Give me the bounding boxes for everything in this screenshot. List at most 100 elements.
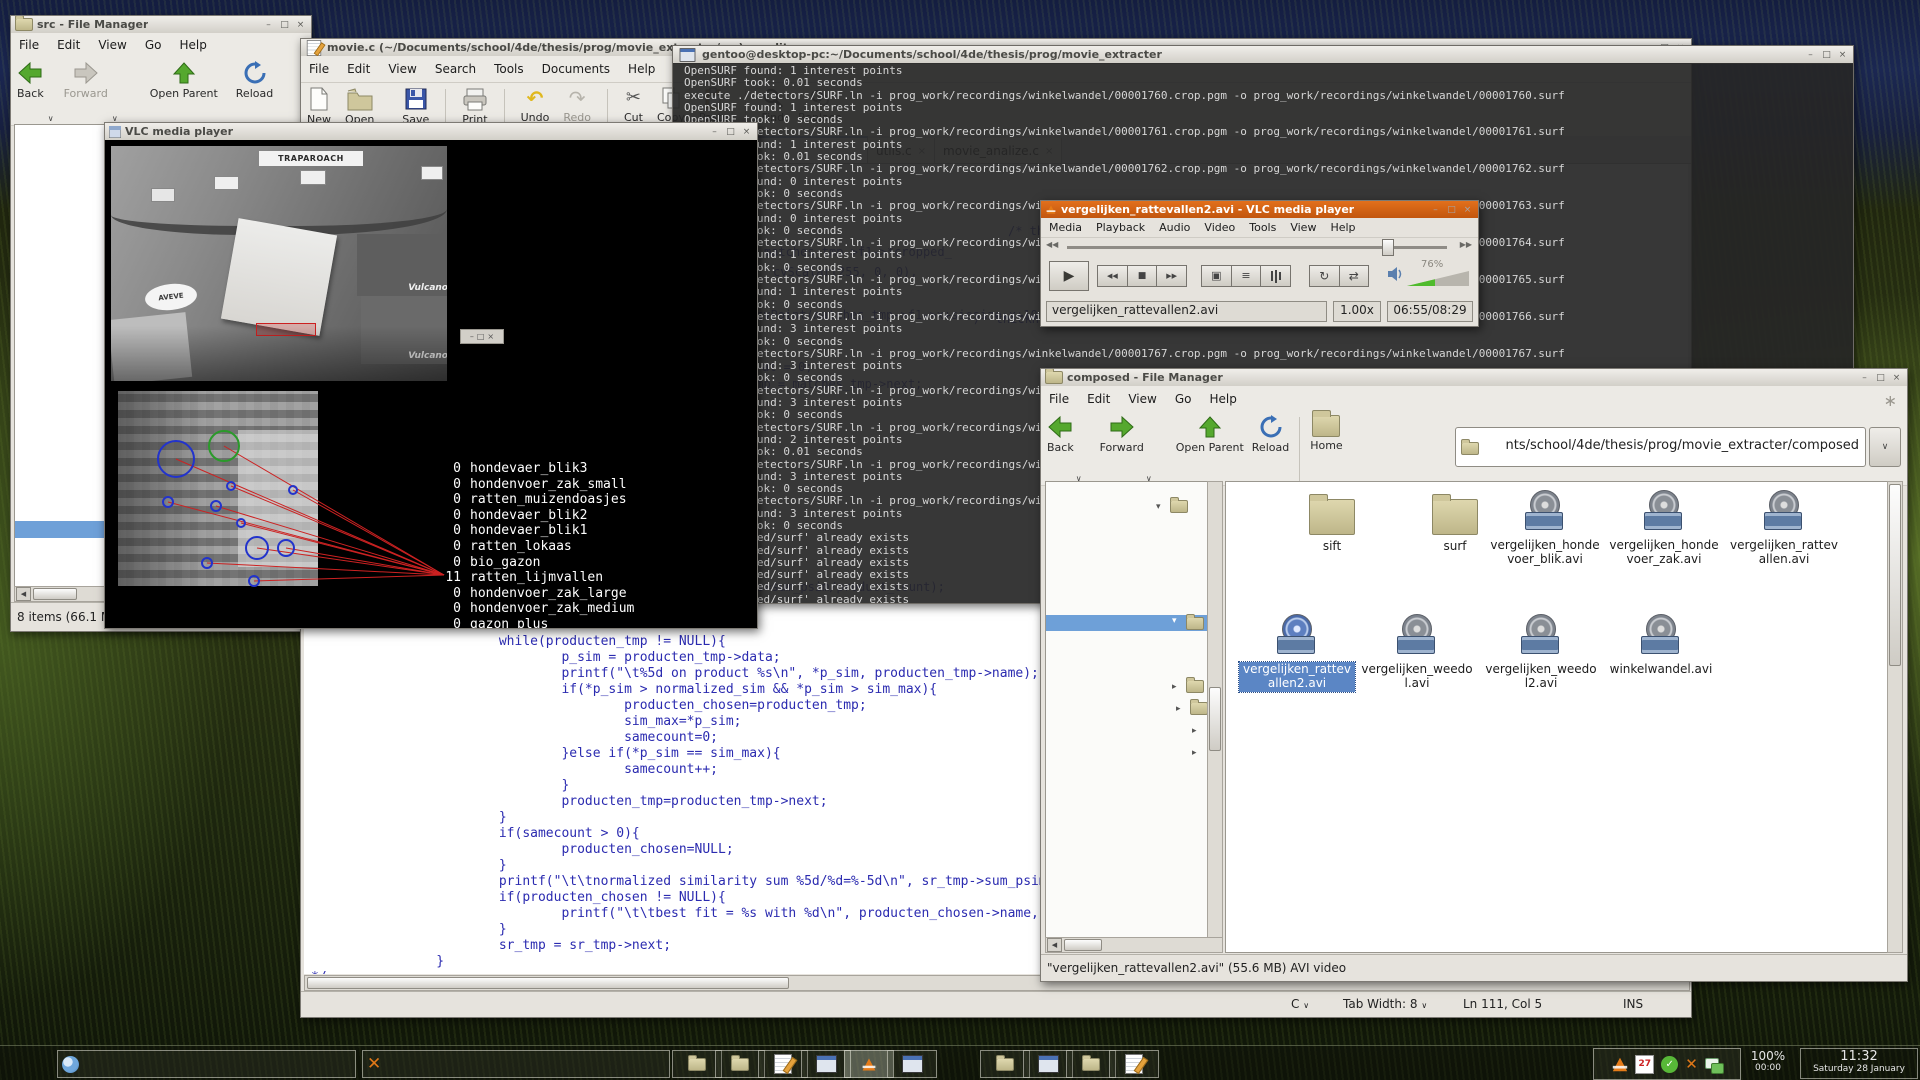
forward-button[interactable]: Forward: [64, 61, 108, 100]
maximize-button[interactable]: □: [1445, 204, 1458, 216]
close-button[interactable]: ×: [294, 19, 307, 31]
file-item[interactable]: vergelijken_rattevallen2.avi: [1239, 614, 1355, 692]
back-dropdown-icon[interactable]: ∨: [48, 114, 54, 123]
menu-item[interactable]: File: [1049, 392, 1069, 406]
tree-horizontal-scrollbar[interactable]: ◀: [1045, 937, 1223, 953]
tree-pane[interactable]: ▾ ▾ ▸ ▸ ▸ ▸: [1045, 481, 1209, 939]
menu-item[interactable]: Audio: [1159, 221, 1190, 234]
maximize-button[interactable]: □: [724, 126, 737, 138]
equalizer-button[interactable]: [1261, 265, 1291, 287]
minimize-button[interactable]: –: [262, 19, 275, 31]
playback-rate[interactable]: 1.00x: [1333, 301, 1381, 322]
reload-button[interactable]: Reload: [236, 61, 273, 100]
close-button[interactable]: ×: [740, 126, 753, 138]
menu-item[interactable]: Go: [1175, 392, 1192, 406]
play-button[interactable]: ▶: [1049, 261, 1089, 291]
loop-button[interactable]: ↻: [1309, 265, 1340, 287]
menu-item[interactable]: View: [1290, 221, 1316, 234]
tray-chat-bubbles-icon[interactable]: [1705, 1056, 1722, 1073]
tree-expander-icon[interactable]: ▸: [1172, 682, 1177, 692]
menu-item[interactable]: Help: [628, 62, 655, 76]
menu-item[interactable]: Media: [1049, 221, 1082, 234]
menu-item[interactable]: File: [19, 38, 39, 52]
menu-item[interactable]: Video: [1204, 221, 1235, 234]
open-parent-button[interactable]: Open Parent: [150, 61, 218, 100]
file-item[interactable]: sift: [1274, 499, 1390, 555]
close-button[interactable]: ×: [1890, 372, 1903, 384]
language-selector[interactable]: C ∨: [1291, 997, 1309, 1011]
menu-item[interactable]: File: [309, 62, 329, 76]
file-item[interactable]: winkelwandel.avi: [1603, 614, 1719, 678]
rewind-icon[interactable]: ◀◀: [1046, 240, 1058, 249]
titlebar[interactable]: composed - File Manager –□×: [1041, 369, 1907, 387]
playlist-button[interactable]: ≡: [1232, 265, 1262, 287]
minimize-button[interactable]: –: [470, 332, 474, 341]
close-button[interactable]: ×: [1461, 204, 1474, 216]
tray-calendar-icon[interactable]: 27: [1635, 1055, 1654, 1074]
menu-item[interactable]: Playback: [1096, 221, 1145, 234]
close-button[interactable]: ×: [1836, 49, 1849, 61]
print-button[interactable]: Print: [462, 87, 487, 126]
taskbar-button-terminal[interactable]: [887, 1050, 937, 1078]
scrollbar-thumb[interactable]: [307, 977, 789, 989]
titlebar[interactable]: vergelijken_rattevallen2.avi - VLC media…: [1041, 201, 1478, 219]
maximize-button[interactable]: □: [1820, 49, 1833, 61]
menu-item[interactable]: Documents: [542, 62, 610, 76]
reload-button[interactable]: Reload: [1252, 415, 1289, 454]
menu-item[interactable]: Tools: [1249, 221, 1276, 234]
stop-button[interactable]: ■: [1128, 265, 1158, 287]
menu-item[interactable]: View: [1128, 392, 1156, 406]
menu-item[interactable]: View: [388, 62, 416, 76]
scrollbar-thumb[interactable]: [1209, 687, 1221, 751]
tree-expander-icon[interactable]: ▸: [1176, 704, 1181, 714]
redo-button[interactable]: ↷Redo: [563, 87, 591, 124]
back-button[interactable]: Back: [17, 61, 44, 100]
file-item[interactable]: vergelijken_hondevoer_blik.avi: [1487, 490, 1603, 568]
back-button[interactable]: Back: [1047, 415, 1074, 454]
maximize-button[interactable]: □: [1874, 372, 1887, 384]
minimize-button[interactable]: –: [1429, 204, 1442, 216]
menu-item[interactable]: Edit: [347, 62, 370, 76]
titlebar[interactable]: src - File Manager –□×: [11, 16, 311, 34]
scrollbar-thumb[interactable]: [1064, 939, 1102, 951]
file-item[interactable]: vergelijken_rattevallen.avi: [1726, 490, 1842, 568]
battery-indicator[interactable]: 100% 00:00: [1738, 1049, 1798, 1073]
menu-item[interactable]: Help: [1209, 392, 1236, 406]
location-bar[interactable]: nts/school/4de/thesis/prog/movie_extract…: [1455, 427, 1866, 467]
scroll-left-button[interactable]: ◀: [1047, 938, 1062, 952]
menu-item[interactable]: Go: [145, 38, 162, 52]
grid-vertical-scrollbar[interactable]: [1887, 481, 1903, 953]
cut-button[interactable]: ✂Cut: [624, 87, 643, 124]
fast-forward-icon[interactable]: ▶▶: [1460, 240, 1472, 249]
file-item[interactable]: vergelijken_weedol.avi: [1359, 614, 1475, 692]
clock[interactable]: 11:32 Saturday 28 January: [1800, 1048, 1918, 1079]
scrollbar-thumb[interactable]: [1889, 484, 1901, 666]
speaker-icon[interactable]: [1387, 266, 1403, 282]
scrollbar-thumb[interactable]: [33, 588, 77, 600]
file-item[interactable]: vergelijken_hondevoer_zak.avi: [1606, 490, 1722, 568]
titlebar[interactable]: gentoo@desktop-pc:~/Documents/school/4de…: [673, 46, 1853, 64]
tab-width-selector[interactable]: Tab Width: 8 ∨: [1343, 997, 1427, 1011]
tree-expander-icon[interactable]: ▸: [1192, 726, 1197, 736]
location-path[interactable]: nts/school/4de/thesis/prog/movie_extract…: [1506, 438, 1859, 453]
tray-xchat-icon[interactable]: ✕: [1685, 1057, 1698, 1072]
undo-button[interactable]: ↶Undo: [521, 87, 550, 124]
save-button[interactable]: Save: [402, 87, 429, 126]
menu-item[interactable]: Help: [179, 38, 206, 52]
shuffle-button[interactable]: ⇄: [1340, 265, 1370, 287]
taskbar-button-chat[interactable]: ✕: [362, 1050, 670, 1078]
menu-item[interactable]: Search: [435, 62, 476, 76]
taskbar-button-gedit[interactable]: [1109, 1050, 1159, 1078]
tray-messenger-icon[interactable]: ✓: [1661, 1056, 1678, 1073]
next-button[interactable]: ▶▶: [1157, 265, 1187, 287]
location-dropdown-button[interactable]: ∨: [1869, 427, 1901, 467]
home-button[interactable]: Home: [1310, 415, 1342, 452]
forward-button[interactable]: Forward: [1100, 415, 1144, 454]
taskbar-button-browser[interactable]: [57, 1050, 356, 1078]
close-button[interactable]: ×: [487, 332, 494, 341]
menu-item[interactable]: Help: [1330, 221, 1355, 234]
tree-expander-open-icon[interactable]: ▾: [1156, 502, 1161, 512]
minimize-button[interactable]: –: [1804, 49, 1817, 61]
tree-selected-row[interactable]: ▾: [1046, 615, 1208, 631]
tray-vlc-icon[interactable]: [1613, 1057, 1627, 1071]
